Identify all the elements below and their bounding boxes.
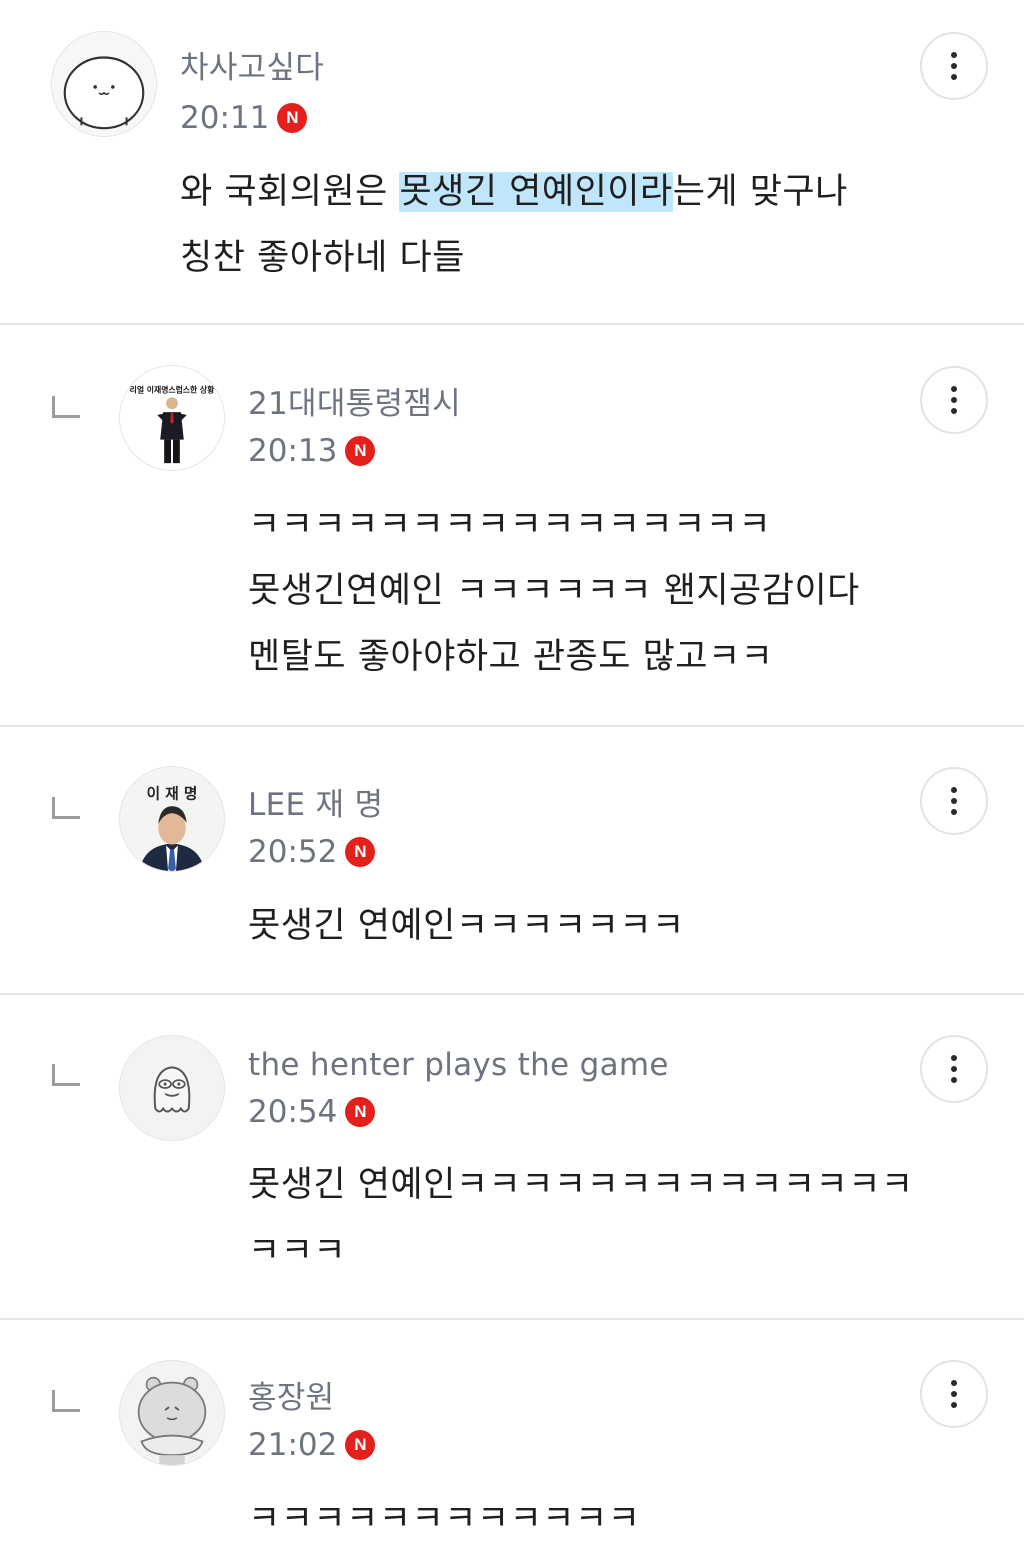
comment-time: 20:52 bbox=[248, 834, 338, 870]
reply-arrow-icon bbox=[52, 1064, 80, 1086]
comment-author[interactable]: 홍장원 bbox=[248, 1379, 334, 1417]
hippo-character-icon bbox=[120, 1361, 224, 1465]
svg-text:이 재 명: 이 재 명 bbox=[147, 784, 198, 802]
comment-body: 와 국회의원은 못생긴 연예인이라는게 맞구나 칭찬 좋아하네 다들 bbox=[180, 159, 848, 291]
comment-time: 20:54 bbox=[248, 1094, 338, 1130]
reply-arrow-icon bbox=[52, 1390, 80, 1412]
more-options-button[interactable] bbox=[920, 1035, 988, 1103]
smiley-character-icon bbox=[52, 32, 156, 136]
portrait-photo-icon: 이 재 명 bbox=[120, 767, 224, 871]
ghost-character-icon bbox=[120, 1036, 224, 1140]
more-dots-icon bbox=[951, 397, 957, 403]
comment-body: 못생긴 연예인ㅋㅋㅋㅋㅋㅋㅋ bbox=[248, 893, 685, 959]
new-badge: N bbox=[345, 1097, 376, 1127]
comment-text: 는게 맞구나 bbox=[672, 172, 848, 212]
comment-line: 못생긴 연예인ㅋㅋㅋㅋㅋㅋㅋ bbox=[248, 906, 685, 946]
comment-line: 못생긴연예인 ㅋㅋㅋㅋㅋㅋ 왠지공감이다 bbox=[248, 571, 860, 611]
more-dots-icon bbox=[951, 408, 957, 414]
comment-time: 20:11 bbox=[180, 100, 270, 136]
more-options-button[interactable] bbox=[920, 32, 988, 100]
new-badge: N bbox=[345, 436, 376, 466]
comment-body: ㅋㅋㅋㅋㅋㅋㅋㅋㅋㅋㅋㅋㅋㅋㅋㅋ 못생긴연예인 ㅋㅋㅋㅋㅋㅋ 왠지공감이다 멘탈… bbox=[248, 492, 860, 690]
comment-time-row: 20:11 N bbox=[180, 99, 308, 137]
selected-text: 못생긴 연예인이라 bbox=[399, 172, 673, 212]
comment-body: 못생긴 연예인ㅋㅋㅋㅋㅋㅋㅋㅋㅋㅋㅋㅋㅋㅋ ㅋㅋㅋ bbox=[248, 1152, 914, 1284]
reply-item: the henter plays the game 20:54 N 못생긴 연예… bbox=[0, 995, 1024, 1318]
comment-author[interactable]: 차사고싶다 bbox=[180, 49, 324, 87]
comment-time-row: 20:54 N bbox=[248, 1093, 376, 1131]
more-dots-icon bbox=[951, 1066, 957, 1072]
more-dots-icon bbox=[951, 1402, 957, 1408]
comment-list: 차사고싶다 20:11 N 와 국회의원은 못생긴 연예인이라는게 맞구나 칭찬… bbox=[0, 0, 1024, 1562]
comment-author[interactable]: 21대대통령잼시 bbox=[248, 385, 461, 423]
comment-time-row: 20:52 N bbox=[248, 833, 376, 871]
more-dots-icon bbox=[951, 63, 957, 69]
avatar[interactable]: 이 재 명 bbox=[119, 766, 225, 872]
more-dots-icon bbox=[951, 1391, 957, 1397]
comment-time-row: 20:13 N bbox=[248, 432, 376, 470]
avatar[interactable] bbox=[119, 1360, 225, 1466]
reply-arrow-icon bbox=[52, 797, 80, 819]
comment-line: 멘탈도 좋아야하고 관종도 많고ㅋㅋ bbox=[248, 637, 774, 677]
reply-item: 홍장원 21:02 N ㅋㅋㅋㅋㅋㅋㅋㅋㅋㅋㅋㅋ bbox=[0, 1320, 1024, 1562]
more-dots-icon bbox=[951, 809, 957, 815]
comment-body: ㅋㅋㅋㅋㅋㅋㅋㅋㅋㅋㅋㅋ bbox=[248, 1486, 640, 1552]
new-badge: N bbox=[345, 837, 376, 867]
comment-time: 21:02 bbox=[248, 1427, 338, 1463]
avatar[interactable] bbox=[119, 1035, 225, 1141]
reply-item: 이 재 명 LEE 재 명 20:52 N 못생긴 연예인ㅋㅋㅋㅋㅋㅋㅋ bbox=[0, 727, 1024, 993]
standing-man-photo-icon: 리얼 이재명스럽스한 상황 bbox=[120, 366, 224, 470]
comment-line: ㅋㅋㅋ bbox=[248, 1231, 347, 1271]
more-dots-icon bbox=[951, 1380, 957, 1386]
more-options-button[interactable] bbox=[920, 1360, 988, 1428]
new-badge: N bbox=[277, 103, 308, 133]
more-dots-icon bbox=[951, 1055, 957, 1061]
reply-arrow-icon bbox=[52, 396, 80, 418]
more-options-button[interactable] bbox=[920, 767, 988, 835]
more-dots-icon bbox=[951, 386, 957, 392]
new-badge: N bbox=[345, 1430, 376, 1460]
avatar[interactable] bbox=[51, 31, 157, 137]
comment-line: 못생긴 연예인ㅋㅋㅋㅋㅋㅋㅋㅋㅋㅋㅋㅋㅋㅋ bbox=[248, 1165, 914, 1205]
comment-time-row: 21:02 N bbox=[248, 1426, 376, 1464]
comment-item: 차사고싶다 20:11 N 와 국회의원은 못생긴 연예인이라는게 맞구나 칭찬… bbox=[0, 0, 1024, 323]
avatar[interactable]: 리얼 이재명스럽스한 상황 bbox=[119, 365, 225, 471]
comment-line: 와 국회의원은 못생긴 연예인이라는게 맞구나 bbox=[180, 159, 848, 225]
comment-author[interactable]: LEE 재 명 bbox=[248, 786, 383, 824]
reply-item: 리얼 이재명스럽스한 상황 21대대통령잼시 20:13 N ㅋㅋㅋㅋㅋㅋㅋㅋㅋ… bbox=[0, 325, 1024, 725]
more-dots-icon bbox=[951, 1077, 957, 1083]
more-options-button[interactable] bbox=[920, 366, 988, 434]
comment-line: 칭찬 좋아하네 다들 bbox=[180, 238, 465, 278]
comment-text: 와 국회의원은 bbox=[180, 172, 400, 212]
comment-author[interactable]: the henter plays the game bbox=[248, 1046, 669, 1084]
more-dots-icon bbox=[951, 798, 957, 804]
comment-line: ㅋㅋㅋㅋㅋㅋㅋㅋㅋㅋㅋㅋ bbox=[248, 1499, 641, 1539]
more-dots-icon bbox=[951, 787, 957, 793]
comment-time: 20:13 bbox=[248, 433, 338, 469]
comment-line: ㅋㅋㅋㅋㅋㅋㅋㅋㅋㅋㅋㅋㅋㅋㅋㅋ bbox=[248, 505, 772, 545]
more-dots-icon bbox=[951, 74, 957, 80]
more-dots-icon bbox=[951, 52, 957, 58]
svg-text:리얼 이재명스럽스한 상황: 리얼 이재명스럽스한 상황 bbox=[130, 384, 215, 394]
